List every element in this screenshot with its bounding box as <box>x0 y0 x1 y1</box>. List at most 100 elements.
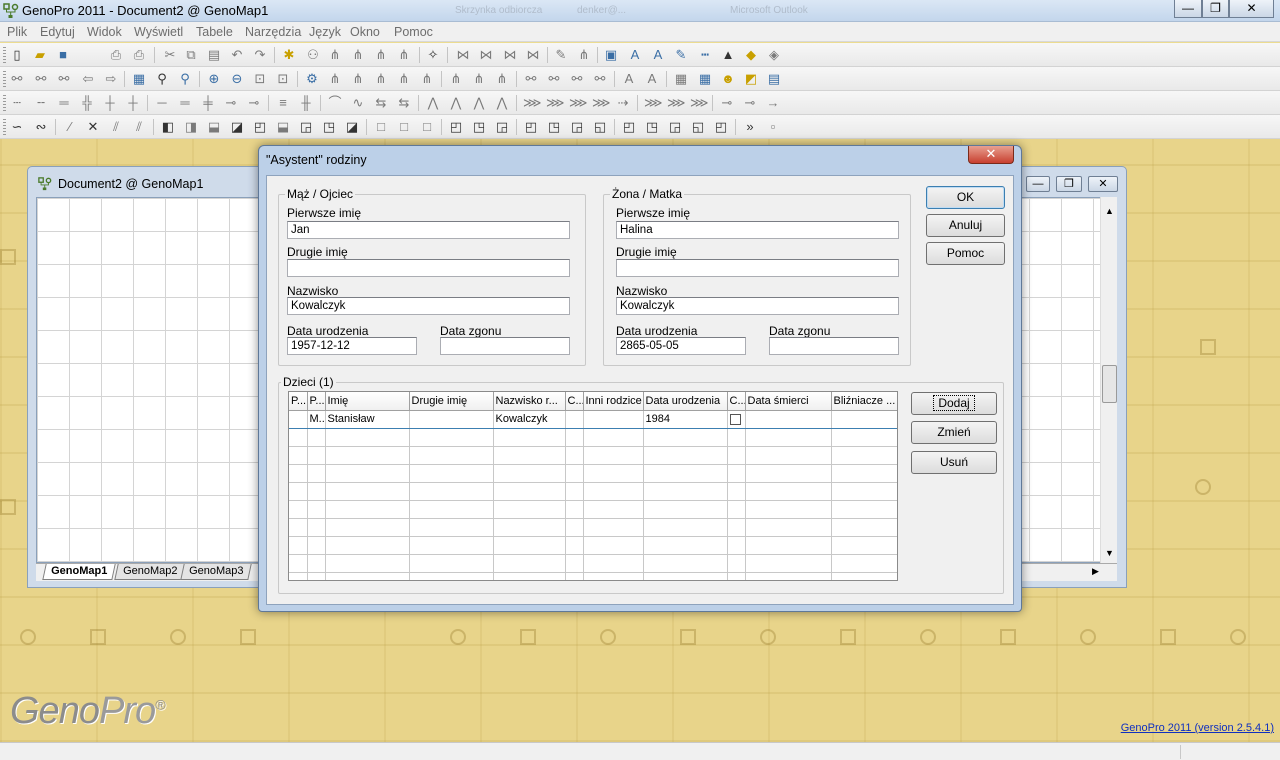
table-row[interactable] <box>289 428 897 447</box>
mother-death-date-field[interactable] <box>769 337 899 355</box>
picture-icon[interactable]: ▣ <box>603 47 619 63</box>
line-style-icon[interactable]: ┅ <box>697 47 713 63</box>
tree-icon[interactable]: ⋔ <box>448 71 464 87</box>
menu-widok[interactable]: Widok <box>87 25 122 39</box>
table-row[interactable] <box>289 500 897 519</box>
column-header[interactable]: Imię <box>325 392 410 411</box>
fill-icon[interactable]: ◆ <box>743 47 759 63</box>
line-style-icon[interactable]: ═ <box>56 95 72 111</box>
dialog-close-button[interactable]: ✕ <box>968 146 1014 164</box>
grid-cell[interactable]: 1984 <box>643 409 728 429</box>
tree-icon[interactable]: ⋔ <box>373 71 389 87</box>
cut-icon[interactable]: ✂ <box>162 47 178 63</box>
triangle-icon[interactable]: ▲ <box>720 47 736 63</box>
vertical-scrollbar[interactable]: ▲ ▼ <box>1100 197 1117 563</box>
column-header[interactable]: Drugie imię <box>409 392 494 411</box>
line-style-icon[interactable]: ⊸ <box>719 95 735 111</box>
copy-icon[interactable]: ⧉ <box>183 47 199 63</box>
father-middle-name-field[interactable] <box>287 259 570 277</box>
paste-icon[interactable]: ▤ <box>206 47 222 63</box>
children-grid[interactable]: P... P... Imię Drugie imię Nazwisko r...… <box>288 391 898 581</box>
line-style-icon[interactable]: ─ <box>154 95 170 111</box>
table-row[interactable] <box>289 464 897 483</box>
link-icon[interactable]: ⋈ <box>502 47 518 63</box>
insert-icon[interactable]: ✱ <box>281 47 297 63</box>
grid-icon[interactable]: ▦ <box>697 71 713 87</box>
line-style-icon[interactable]: ⊸ <box>742 95 758 111</box>
table-row[interactable] <box>289 482 897 501</box>
father-death-date-field[interactable] <box>440 337 570 355</box>
small-square-icon[interactable]: ▫ <box>765 119 781 135</box>
mother-last-name-field[interactable]: Kowalczyk <box>616 297 899 315</box>
shape-fill-icon[interactable]: ◰ <box>713 119 729 135</box>
line-style-icon[interactable]: ╫ <box>298 95 314 111</box>
ok-button[interactable]: OK <box>926 186 1005 209</box>
link-icon[interactable]: ⚯ <box>546 71 562 87</box>
forward-arrow-icon[interactable]: ⇨ <box>103 71 119 87</box>
grid-cell[interactable] <box>289 409 308 429</box>
shape-fill-icon[interactable]: ◳ <box>546 119 562 135</box>
line-style-icon[interactable]: ⋙ <box>523 95 542 111</box>
father-first-name-field[interactable]: Jan <box>287 221 570 239</box>
line-style-icon[interactable]: ∿ <box>350 95 366 111</box>
text-icon[interactable]: A <box>650 47 666 63</box>
menu-narzedzia[interactable]: Narzędzia <box>245 25 301 39</box>
save-icon[interactable]: ■ <box>55 47 71 63</box>
shape-fill-icon[interactable]: ◰ <box>448 119 464 135</box>
menu-edytuj[interactable]: Edytuj <box>40 25 75 39</box>
zoom-out-icon[interactable]: ⊖ <box>229 71 245 87</box>
print-icon[interactable]: ⎙ <box>131 47 147 63</box>
shape-fill-icon[interactable]: ◱ <box>690 119 706 135</box>
toolbar-grip[interactable] <box>3 47 6 63</box>
menu-plik[interactable]: Plik <box>7 25 27 39</box>
double-slash-icon[interactable]: ⫽ <box>108 119 124 135</box>
link-icon[interactable]: ⚯ <box>523 71 539 87</box>
father-birth-date-field[interactable]: 1957-12-12 <box>287 337 417 355</box>
shape-empty-icon[interactable]: □ <box>396 119 412 135</box>
grid-cell-checkbox[interactable] <box>727 409 746 429</box>
cancel-button[interactable]: Anuluj <box>926 214 1005 237</box>
shape-fill-icon[interactable]: ◲ <box>569 119 585 135</box>
grid-cell[interactable] <box>565 409 584 429</box>
line-style-icon[interactable]: ≡ <box>275 95 291 111</box>
tab-genomap3[interactable]: GenoMap3 <box>180 564 253 580</box>
link-icon[interactable]: ⚯ <box>9 71 25 87</box>
menu-pomoc[interactable]: Pomoc <box>394 25 433 39</box>
line-style-icon[interactable]: ⋙ <box>569 95 588 111</box>
shape-fill-icon[interactable]: ◰ <box>621 119 637 135</box>
zoom-fit-icon[interactable]: ⊡ <box>252 71 268 87</box>
shape-icon[interactable]: ◩ <box>743 71 759 87</box>
magic-wand-icon[interactable]: ✧ <box>425 47 441 63</box>
shape-fill-icon[interactable]: ◰ <box>252 119 268 135</box>
find-replace-icon[interactable]: ⚲ <box>177 71 193 87</box>
line-style-icon[interactable]: ⇆ <box>373 95 389 111</box>
slash-icon[interactable]: ⁄ <box>62 119 78 135</box>
back-arrow-icon[interactable]: ⇦ <box>80 71 96 87</box>
doc-restore-button[interactable]: ❐ <box>1056 176 1082 192</box>
family-icon[interactable]: ⚇ <box>305 47 321 63</box>
column-header[interactable]: Nazwisko r... <box>493 392 566 411</box>
grid-icon[interactable]: ▦ <box>673 71 689 87</box>
shape-fill-icon[interactable]: ◳ <box>471 119 487 135</box>
column-header[interactable]: P... <box>307 392 326 411</box>
toolbar-grip[interactable] <box>3 119 6 135</box>
link-icon[interactable]: ⚯ <box>56 71 72 87</box>
restore-button[interactable]: ❐ <box>1202 0 1229 18</box>
menu-wyswietl[interactable]: Wyświetl <box>134 25 183 39</box>
link-icon[interactable]: ⚯ <box>33 71 49 87</box>
tree-icon[interactable]: ⋔ <box>327 47 343 63</box>
arrow-right-icon[interactable]: → <box>765 95 781 111</box>
zoom-page-icon[interactable]: ⊡ <box>275 71 291 87</box>
shape-fill-icon[interactable]: ◲ <box>667 119 683 135</box>
minimize-button[interactable]: — <box>1174 0 1202 18</box>
column-header[interactable]: C... <box>565 392 584 411</box>
tree-icon[interactable]: ⋔ <box>350 71 366 87</box>
link-icon[interactable]: ⋈ <box>525 47 541 63</box>
shape-fill-icon[interactable]: ◲ <box>298 119 314 135</box>
gear-icon[interactable]: ⚙ <box>304 71 320 87</box>
new-document-icon[interactable]: ▯ <box>9 47 25 63</box>
table-row[interactable] <box>289 554 897 573</box>
line-style-icon[interactable]: ⋙ <box>546 95 565 111</box>
scroll-up-icon[interactable]: ▲ <box>1101 203 1118 220</box>
remove-child-button[interactable]: Usuń <box>911 451 997 474</box>
